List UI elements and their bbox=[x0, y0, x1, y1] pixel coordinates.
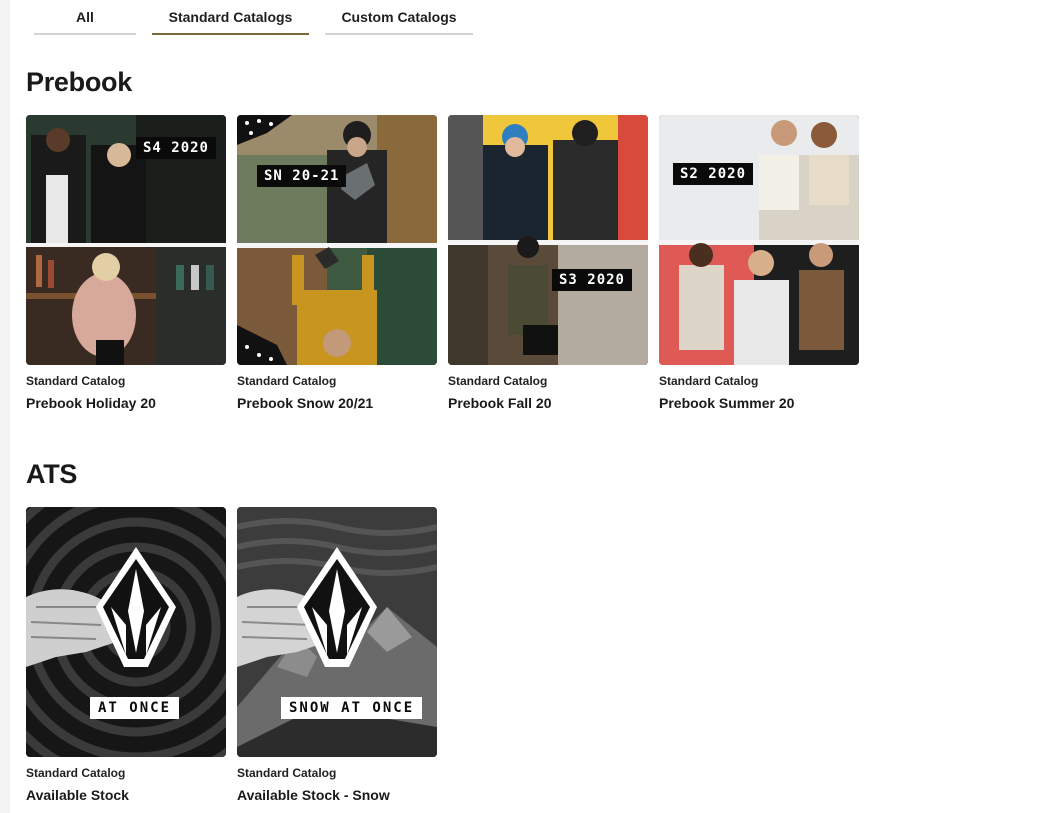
catalog-badge: SNOW AT ONCE bbox=[281, 697, 423, 719]
catalog-badge: S4 2020 bbox=[135, 137, 216, 159]
catalog-thumbnail[interactable]: AT ONCE bbox=[26, 507, 226, 757]
catalog-badge: S2 2020 bbox=[673, 163, 754, 185]
catalog-type: Standard Catalog bbox=[659, 374, 759, 388]
catalog-thumbnail[interactable]: S2 2020 bbox=[659, 115, 859, 365]
section-title-prebook: Prebook bbox=[26, 67, 132, 97]
catalog-image bbox=[26, 507, 226, 757]
catalog-image bbox=[237, 115, 437, 365]
catalog-thumbnail[interactable]: S3 2020 bbox=[448, 115, 648, 365]
catalog-thumbnail[interactable]: SNOW AT ONCE bbox=[237, 507, 437, 757]
catalog-name[interactable]: Prebook Snow 20/21 bbox=[237, 395, 437, 411]
catalog-type: Standard Catalog bbox=[26, 766, 126, 780]
section-title-ats: ATS bbox=[26, 459, 78, 489]
catalog-name[interactable]: Prebook Summer 20 bbox=[659, 395, 859, 411]
catalog-name[interactable]: Prebook Holiday 20 bbox=[26, 395, 226, 411]
catalog-image bbox=[659, 115, 859, 365]
catalog-thumbnail[interactable]: SN 20-21 bbox=[237, 115, 437, 365]
catalog-name[interactable]: Available Stock bbox=[26, 787, 226, 803]
catalog-type: Standard Catalog bbox=[237, 374, 337, 388]
left-rail bbox=[0, 0, 10, 813]
catalog-name[interactable]: Prebook Fall 20 bbox=[448, 395, 648, 411]
tab-all[interactable]: All bbox=[34, 0, 136, 35]
catalog-image bbox=[448, 115, 648, 365]
catalog-card-prebook-snow[interactable]: SN 20-21 Standard Catalog Prebook Snow 2… bbox=[237, 115, 437, 411]
tab-standard-catalogs[interactable]: Standard Catalogs bbox=[152, 0, 309, 35]
catalog-type: Standard Catalog bbox=[448, 374, 548, 388]
catalog-type: Standard Catalog bbox=[237, 766, 337, 780]
catalog-tabs: All Standard Catalogs Custom Catalogs bbox=[0, 0, 1051, 40]
catalog-card-prebook-holiday[interactable]: S4 2020 Standard Catalog Prebook Holiday… bbox=[26, 115, 226, 411]
tab-custom-catalogs[interactable]: Custom Catalogs bbox=[325, 0, 473, 35]
catalog-card-available-stock[interactable]: AT ONCE Standard Catalog Available Stock bbox=[26, 507, 226, 803]
catalog-image bbox=[237, 507, 437, 757]
catalog-card-prebook-fall[interactable]: S3 2020 Standard Catalog Prebook Fall 20 bbox=[448, 115, 648, 411]
catalog-badge: SN 20-21 bbox=[257, 165, 347, 187]
catalog-card-available-stock-snow[interactable]: SNOW AT ONCE Standard Catalog Available … bbox=[237, 507, 437, 803]
catalog-card-prebook-summer[interactable]: S2 2020 Standard Catalog Prebook Summer … bbox=[659, 115, 859, 411]
catalog-badge: AT ONCE bbox=[90, 697, 180, 719]
catalog-badge: S3 2020 bbox=[551, 269, 632, 291]
catalog-type: Standard Catalog bbox=[26, 374, 126, 388]
catalog-thumbnail[interactable]: S4 2020 bbox=[26, 115, 226, 365]
catalog-name[interactable]: Available Stock - Snow bbox=[237, 787, 437, 803]
